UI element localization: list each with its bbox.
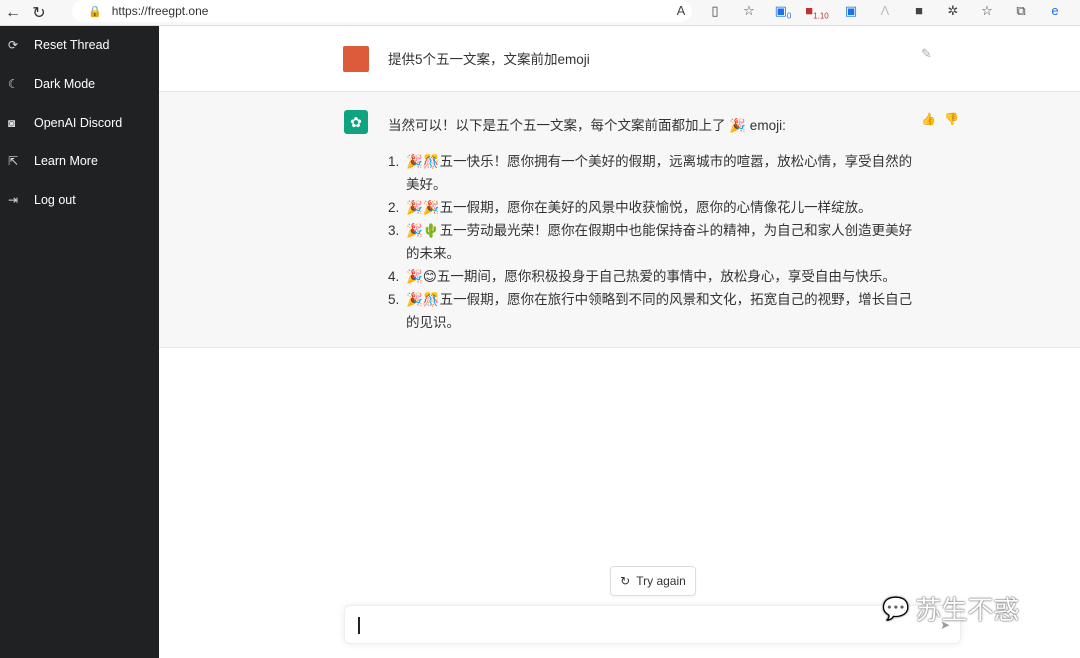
assistant-intro: 当然可以！以下是五个五一文案，每个文案前面都加上了 🎉 emoji: xyxy=(388,118,786,133)
edge-icon[interactable]: e xyxy=(1038,3,1072,21)
refresh-icon: ↻ xyxy=(620,574,631,588)
logout-icon: ⇥ xyxy=(8,193,19,208)
openai-logo-icon: ✿ xyxy=(344,110,368,134)
badge: 0 xyxy=(786,11,792,21)
reader-icon[interactable]: ▯ xyxy=(698,3,732,21)
list-item: 3. 🎉🌵五一劳动最光荣！愿你在假期中也能保持奋斗的精神，为自己和家人创造更美好的… xyxy=(388,219,918,265)
extension-icon[interactable]: ▣0 xyxy=(766,3,800,21)
external-link-icon: ⇱ xyxy=(8,154,19,169)
sidebar-item-reset-thread[interactable]: ⟳ Reset Thread xyxy=(0,26,159,65)
browser-toolbar: ← ↻ 🔒 https://freegpt.one A ▯ ☆ ▣0 ■1.10 … xyxy=(0,0,1080,26)
list-item: 2. 🎉🎉五一假期，愿你在美好的风景中收获愉悦，愿你的心情像花儿一样绽放。 xyxy=(388,196,918,219)
list-item: 4. 🎉😊五一期间，愿你积极投身于自己热爱的事情中，放松身心，享受自由与快乐。 xyxy=(388,265,918,288)
user-avatar xyxy=(343,46,369,72)
sidebar-item-label: Reset Thread xyxy=(34,38,110,53)
sidebar-item-label: Log out xyxy=(34,193,76,208)
user-message: 提供5个五一文案，文案前加emoji ✎ xyxy=(159,26,1080,92)
user-message-text: 提供5个五一文案，文案前加emoji xyxy=(388,52,590,67)
item-text: 🎉🎊五一假期，愿你在旅行中领略到不同的风景和文化，拓宽自己的视野，增长自己的见识… xyxy=(406,292,913,330)
watermark: 💬 苏生不惑 xyxy=(882,590,1019,627)
image-extension-icon[interactable]: ▣ xyxy=(834,3,868,21)
puzzle-icon[interactable]: ✲ xyxy=(936,3,970,21)
extension-icon[interactable]: ■1.10 xyxy=(800,3,834,21)
collections-icon[interactable]: ⧉ xyxy=(1004,3,1038,21)
sidebar: ⟳ Reset Thread ☾ Dark Mode ◙ OpenAI Discord… xyxy=(0,26,159,658)
try-again-label: Try again xyxy=(636,574,686,588)
back-icon[interactable]: ← xyxy=(0,4,26,22)
favorite-icon[interactable]: ☆ xyxy=(732,3,766,21)
reload-icon[interactable]: ↻ xyxy=(26,3,52,23)
item-text: 🎉🎉五一假期，愿你在美好的风景中收获愉悦，愿你的心情像花儿一样绽放。 xyxy=(406,200,872,215)
item-number: 4. xyxy=(388,269,400,284)
discord-icon: ◙ xyxy=(8,115,16,130)
extension-icon[interactable]: ■ xyxy=(902,3,936,21)
chat-area: 提供5个五一文案，文案前加emoji ✎ ✿ 当然可以！以下是五个五一文案，每个… xyxy=(159,26,1080,658)
item-text: 🎉🌵五一劳动最光荣！愿你在假期中也能保持奋斗的精神，为自己和家人创造更美好的未来… xyxy=(406,223,913,261)
sidebar-item-learn-more[interactable]: ⇱ Learn More xyxy=(0,142,159,181)
item-number: 2. xyxy=(388,200,400,215)
sidebar-item-discord[interactable]: ◙ OpenAI Discord xyxy=(0,103,159,142)
thumbs-down-icon[interactable]: 👎 xyxy=(944,112,967,126)
item-text: 🎉😊五一期间，愿你积极投身于自己热爱的事情中，放松身心，享受自由与快乐。 xyxy=(406,269,896,284)
wechat-icon: 💬 xyxy=(882,595,910,621)
edit-icon[interactable]: ✎ xyxy=(921,46,932,62)
message-input[interactable]: ➤ xyxy=(344,605,961,644)
answer-list: 1. 🎉🎊五一快乐！愿你拥有一个美好的假期，远离城市的喧嚣，放松心情，享受自然的美… xyxy=(388,150,918,334)
thumbs-up-icon[interactable]: 👍 xyxy=(921,112,944,126)
refresh-icon: ⟳ xyxy=(8,38,19,53)
lock-icon: 🔒 xyxy=(88,5,102,18)
assistant-message: ✿ 当然可以！以下是五个五一文案，每个文案前面都加上了 🎉 emoji: 👍👎 … xyxy=(159,92,1080,348)
moon-icon: ☾ xyxy=(8,77,19,92)
sidebar-item-label: Learn More xyxy=(34,154,98,169)
watermark-text: 苏生不惑 xyxy=(915,595,1020,625)
sidebar-item-dark-mode[interactable]: ☾ Dark Mode xyxy=(0,65,159,104)
item-number: 1. xyxy=(388,154,400,169)
address-bar[interactable]: 🔒 https://freegpt.one xyxy=(72,0,692,22)
list-item: 1. 🎉🎊五一快乐！愿你拥有一个美好的假期，远离城市的喧嚣，放松心情，享受自然的美… xyxy=(388,150,918,196)
read-aloud-icon[interactable]: A xyxy=(664,3,698,21)
item-number: 5. xyxy=(388,292,400,307)
item-text: 🎉🎊五一快乐！愿你拥有一个美好的假期，远离城市的喧嚣，放松心情，享受自然的美好。 xyxy=(406,154,913,192)
feedback-icons: 👍👎 xyxy=(921,112,967,126)
extension-icon[interactable]: Λ xyxy=(868,3,902,21)
list-item: 5. 🎉🎊五一假期，愿你在旅行中领略到不同的风景和文化，拓宽自己的视野，增长自己的… xyxy=(388,288,918,334)
sidebar-item-label: Dark Mode xyxy=(34,77,96,92)
text-caret xyxy=(358,617,360,634)
sidebar-item-log-out[interactable]: ⇥ Log out xyxy=(0,181,159,220)
try-again-button[interactable]: ↻ Try again xyxy=(610,566,696,596)
item-number: 3. xyxy=(388,223,400,238)
badge: 1.10 xyxy=(813,11,829,21)
url-text: https://freegpt.one xyxy=(111,4,209,18)
favorites-icon[interactable]: ☆ xyxy=(970,3,1004,21)
sidebar-item-label: OpenAI Discord xyxy=(34,115,123,130)
